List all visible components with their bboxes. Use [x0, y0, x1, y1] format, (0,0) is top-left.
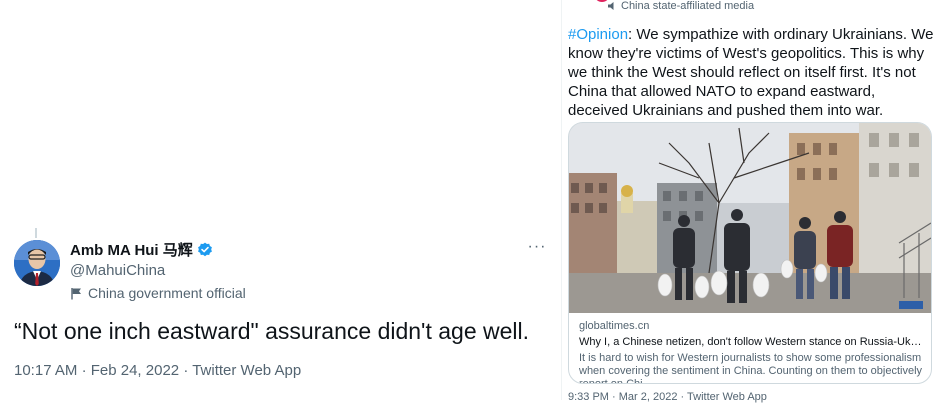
hashtag-link[interactable]: #Opinion [568, 26, 628, 43]
column-divider [561, 0, 562, 400]
card-image [569, 123, 931, 313]
state-label-text: China state-affiliated media [621, 0, 755, 12]
tweet-meta: 10:17 AM · Feb 24, 2022 · Twitter Web Ap… [14, 362, 301, 379]
tweet-source[interactable]: Twitter Web App [192, 362, 301, 379]
quoted-tweet-text: #Opinion: We sympathize with ordinary Uk… [568, 25, 934, 120]
meta-separator: · [81, 362, 91, 379]
card-domain: globaltimes.cn [579, 320, 650, 332]
thread-line [35, 228, 37, 238]
author-name[interactable]: Amb MA Hui 马辉 [70, 239, 193, 260]
more-options-icon[interactable]: ··· [526, 238, 548, 258]
government-label[interactable]: China government official [70, 285, 246, 301]
link-card[interactable]: globaltimes.cn Why I, a Chinese netizen,… [568, 122, 932, 384]
meta-separator: · [183, 362, 193, 379]
avatar[interactable] [14, 240, 60, 286]
verified-badge-icon [197, 242, 213, 258]
tweet-date[interactable]: Feb 24, 2022 [91, 362, 179, 379]
card-description: It is hard to wish for Western journalis… [579, 352, 923, 384]
speaker-icon [607, 1, 617, 11]
flag-icon [70, 287, 83, 300]
tweet-time[interactable]: 10:17 AM [14, 362, 77, 379]
card-title: Why I, a Chinese netizen, don't follow W… [579, 336, 923, 348]
author-handle[interactable]: @MahuiChina [70, 262, 246, 279]
tweet-text: “Not one inch eastward" assurance didn't… [14, 318, 530, 344]
quoted-tweet-meta[interactable]: 9:33 PM · Mar 2, 2022 · Twitter Web App [568, 391, 767, 403]
state-affiliated-label[interactable]: China state-affiliated media [607, 0, 754, 12]
government-label-text: China government official [88, 285, 246, 301]
author-block: Amb MA Hui 马辉 @MahuiChina China governme… [70, 240, 246, 301]
card-body: globaltimes.cn Why I, a Chinese netizen,… [579, 320, 923, 384]
